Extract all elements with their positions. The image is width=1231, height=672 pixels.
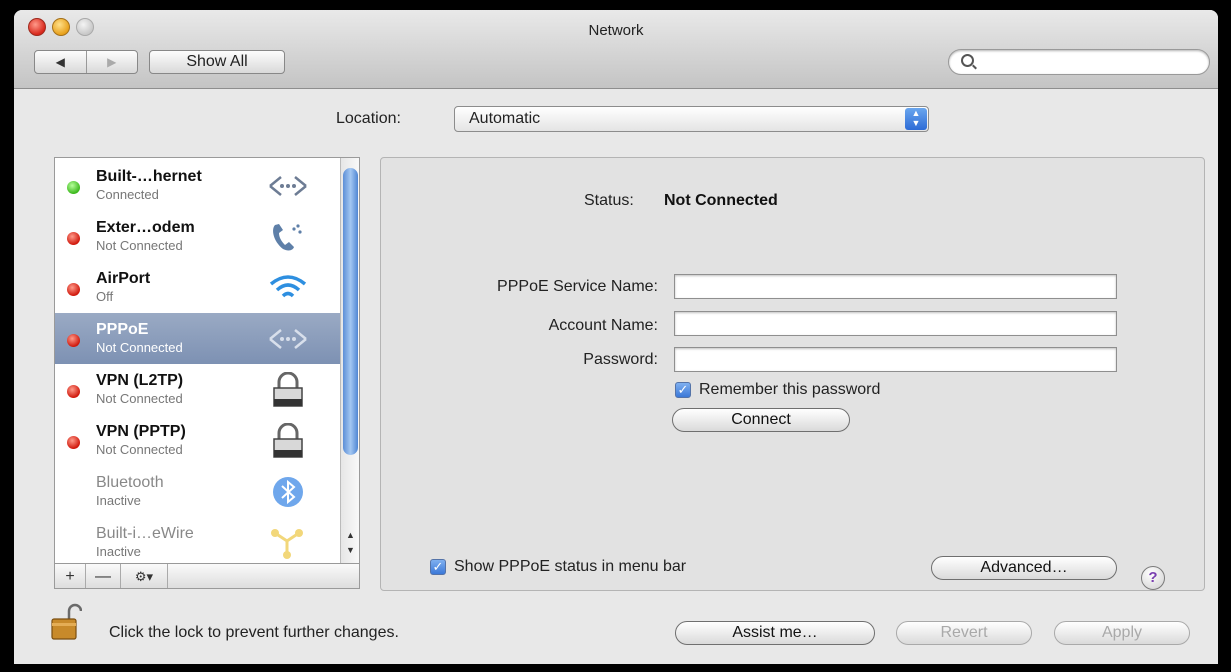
service-name: PPPoE	[96, 321, 149, 338]
service-name: VPN (PPTP)	[96, 423, 186, 440]
advanced-button[interactable]: Advanced…	[931, 556, 1117, 580]
status-value: Not Connected	[664, 192, 778, 209]
service-status: Not Connected	[96, 340, 183, 355]
service-item-pppoe[interactable]: PPPoE Not Connected	[55, 313, 340, 364]
location-label: Location:	[336, 110, 401, 127]
service-name: VPN (L2TP)	[96, 372, 184, 389]
action-menu-button[interactable]: ⚙▾	[121, 564, 168, 588]
service-status: Inactive	[96, 544, 141, 559]
phone-modem-icon	[273, 224, 302, 251]
lock-icon	[273, 372, 303, 407]
status-indicator-red	[67, 436, 80, 449]
remember-password-label: Remember this password	[699, 381, 881, 398]
remember-password-checkbox[interactable]: ✓	[675, 382, 691, 398]
password-label: Password:	[583, 351, 658, 368]
service-status: Not Connected	[96, 238, 183, 253]
account-name-label: Account Name:	[548, 317, 658, 334]
search-icon	[961, 54, 974, 67]
service-status: Not Connected	[96, 391, 183, 406]
service-item-vpn-l2tp[interactable]: VPN (L2TP) Not Connected	[55, 364, 340, 415]
revert-button[interactable]: Revert	[896, 621, 1032, 645]
firewire-icon	[271, 529, 303, 559]
show-status-label: Show PPPoE status in menu bar	[454, 558, 687, 575]
status-indicator-red	[67, 334, 80, 347]
service-name-label: PPPoE Service Name:	[497, 278, 658, 295]
assist-me-button[interactable]: Assist me…	[675, 621, 875, 645]
show-all-button[interactable]: Show All	[149, 50, 285, 74]
service-item-ethernet[interactable]: Built-…hernet Connected	[55, 160, 340, 211]
service-name: Built-…hernet	[96, 168, 202, 185]
service-name: Bluetooth	[96, 474, 164, 491]
apply-button[interactable]: Apply	[1054, 621, 1190, 645]
remove-service-button[interactable]: —	[86, 564, 121, 588]
service-item-vpn-pptp[interactable]: VPN (PPTP) Not Connected	[55, 415, 340, 466]
service-status: Connected	[96, 187, 159, 202]
service-item-bluetooth[interactable]: Bluetooth Inactive	[55, 466, 340, 517]
search-field[interactable]	[948, 49, 1210, 75]
account-name-field[interactable]	[674, 311, 1117, 336]
scrollbar-thumb[interactable]	[343, 168, 358, 455]
lock-icon[interactable]	[50, 603, 82, 643]
service-name: AirPort	[96, 270, 151, 287]
network-window: Network ◀ ▶ Show All Location: Automatic…	[14, 10, 1218, 664]
status-label: Status:	[584, 192, 634, 209]
back-button[interactable]: ◀	[35, 51, 87, 73]
service-name: Built-i…eWire	[96, 525, 194, 542]
service-name: Exter…odem	[96, 219, 195, 236]
back-forward-control: ◀ ▶	[34, 50, 138, 74]
add-service-button[interactable]: +	[55, 564, 86, 588]
select-arrows-icon: ▲ ▼	[905, 108, 927, 130]
bluetooth-icon	[273, 477, 303, 507]
help-button[interactable]: ?	[1141, 566, 1165, 590]
forward-button[interactable]: ▶	[87, 51, 138, 73]
password-field[interactable]	[674, 347, 1117, 372]
service-list-footer: + — ⚙▾	[55, 563, 359, 588]
service-name-field[interactable]	[674, 274, 1117, 299]
service-item-airport[interactable]: AirPort Off	[55, 262, 340, 313]
status-indicator-red	[67, 283, 80, 296]
ethernet-arrows-icon	[269, 329, 307, 349]
service-status: Not Connected	[96, 442, 183, 457]
connect-button[interactable]: Connect	[672, 408, 850, 432]
service-list: Built-…hernet Connected Exter…odem Not C…	[54, 157, 360, 589]
show-status-checkbox[interactable]: ✓	[430, 559, 446, 575]
lock-message: Click the lock to prevent further change…	[109, 624, 399, 641]
status-indicator-red	[67, 232, 80, 245]
status-indicator-red	[67, 385, 80, 398]
service-item-firewire[interactable]: Built-i…eWire Inactive	[55, 517, 340, 568]
service-list-scrollbar[interactable]: ▲ ▼	[340, 158, 359, 563]
window-title: Network	[588, 22, 644, 39]
location-select[interactable]: Automatic ▲ ▼	[454, 106, 929, 132]
service-item-modem[interactable]: Exter…odem Not Connected	[55, 211, 340, 262]
lock-icon	[273, 423, 303, 458]
status-indicator-green	[67, 181, 80, 194]
title-bar: Network ◀ ▶ Show All	[14, 10, 1218, 89]
detail-panel	[380, 157, 1205, 591]
location-value: Automatic	[469, 110, 541, 127]
scroll-down-arrow-icon[interactable]: ▼	[343, 544, 358, 556]
scroll-up-arrow-icon[interactable]: ▲	[343, 529, 358, 541]
ethernet-arrows-icon	[269, 176, 307, 196]
service-status: Inactive	[96, 493, 141, 508]
wifi-icon	[269, 275, 307, 298]
service-status: Off	[96, 289, 114, 304]
